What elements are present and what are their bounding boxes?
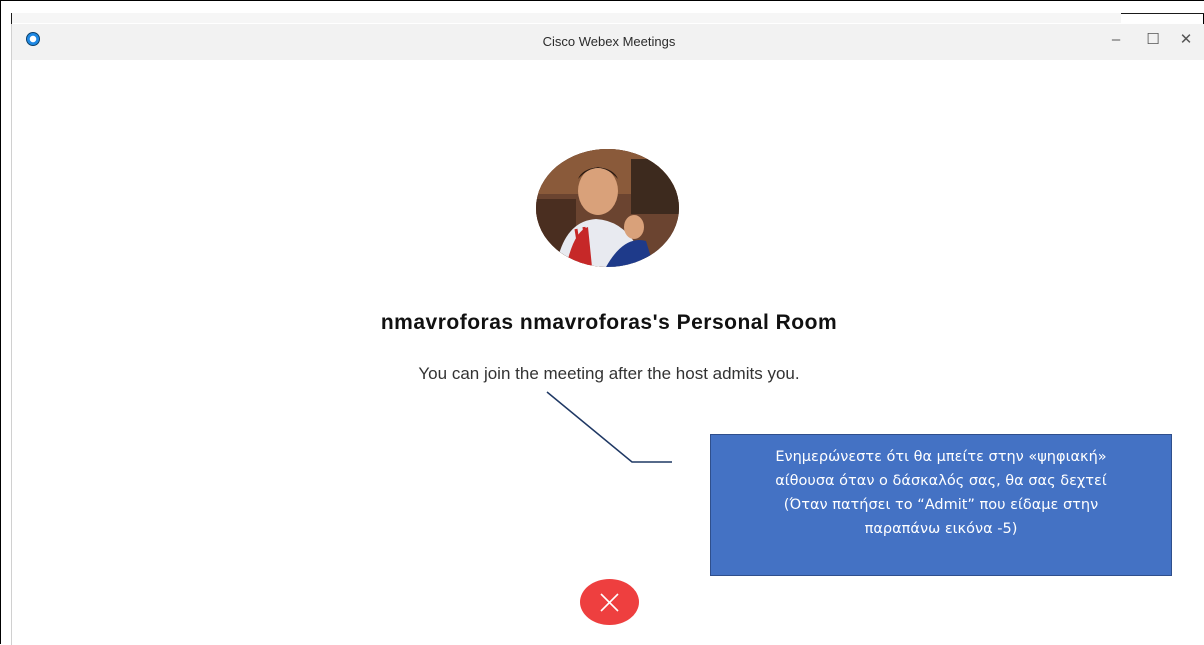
callout-line-2: αίθουσα όταν ο δάσκαλός σας, θα σας δεχτ… (775, 473, 1107, 489)
callout-line-3: (Όταν πατήσει το “Admit” που είδαμε στην (783, 497, 1099, 513)
maximize-button[interactable]: ☐ (1143, 30, 1163, 50)
leave-meeting-button[interactable] (580, 579, 639, 625)
admission-status-message: You can join the meeting after the host … (418, 364, 800, 383)
room-title: nmavroforas nmavroforas's Personal Room (380, 311, 838, 334)
close-window-button[interactable]: ✕ (1176, 30, 1196, 50)
annotation-callout: Ενημερώνεστε ότι θα μπείτε στην «ψηφιακή… (710, 434, 1172, 576)
webex-window: Cisco Webex Meetings – ☐ ✕ nmavroforas n… (11, 24, 1204, 645)
close-icon (600, 593, 619, 612)
callout-line-4: παραπάνω εικόνα -5) (864, 521, 1018, 537)
host-avatar (536, 149, 679, 267)
screenshot-frame: Cisco Webex Meetings – ☐ ✕ nmavroforas n… (0, 0, 1204, 645)
callout-line-1: Ενημερώνεστε ότι θα μπείτε στην «ψηφιακή… (775, 449, 1107, 465)
title-bar[interactable]: Cisco Webex Meetings – ☐ ✕ (12, 24, 1204, 60)
window-title: Cisco Webex Meetings (542, 34, 676, 49)
host-photo (536, 149, 679, 267)
minimize-button[interactable]: – (1106, 30, 1126, 50)
background-window-edge (1, 13, 1121, 23)
